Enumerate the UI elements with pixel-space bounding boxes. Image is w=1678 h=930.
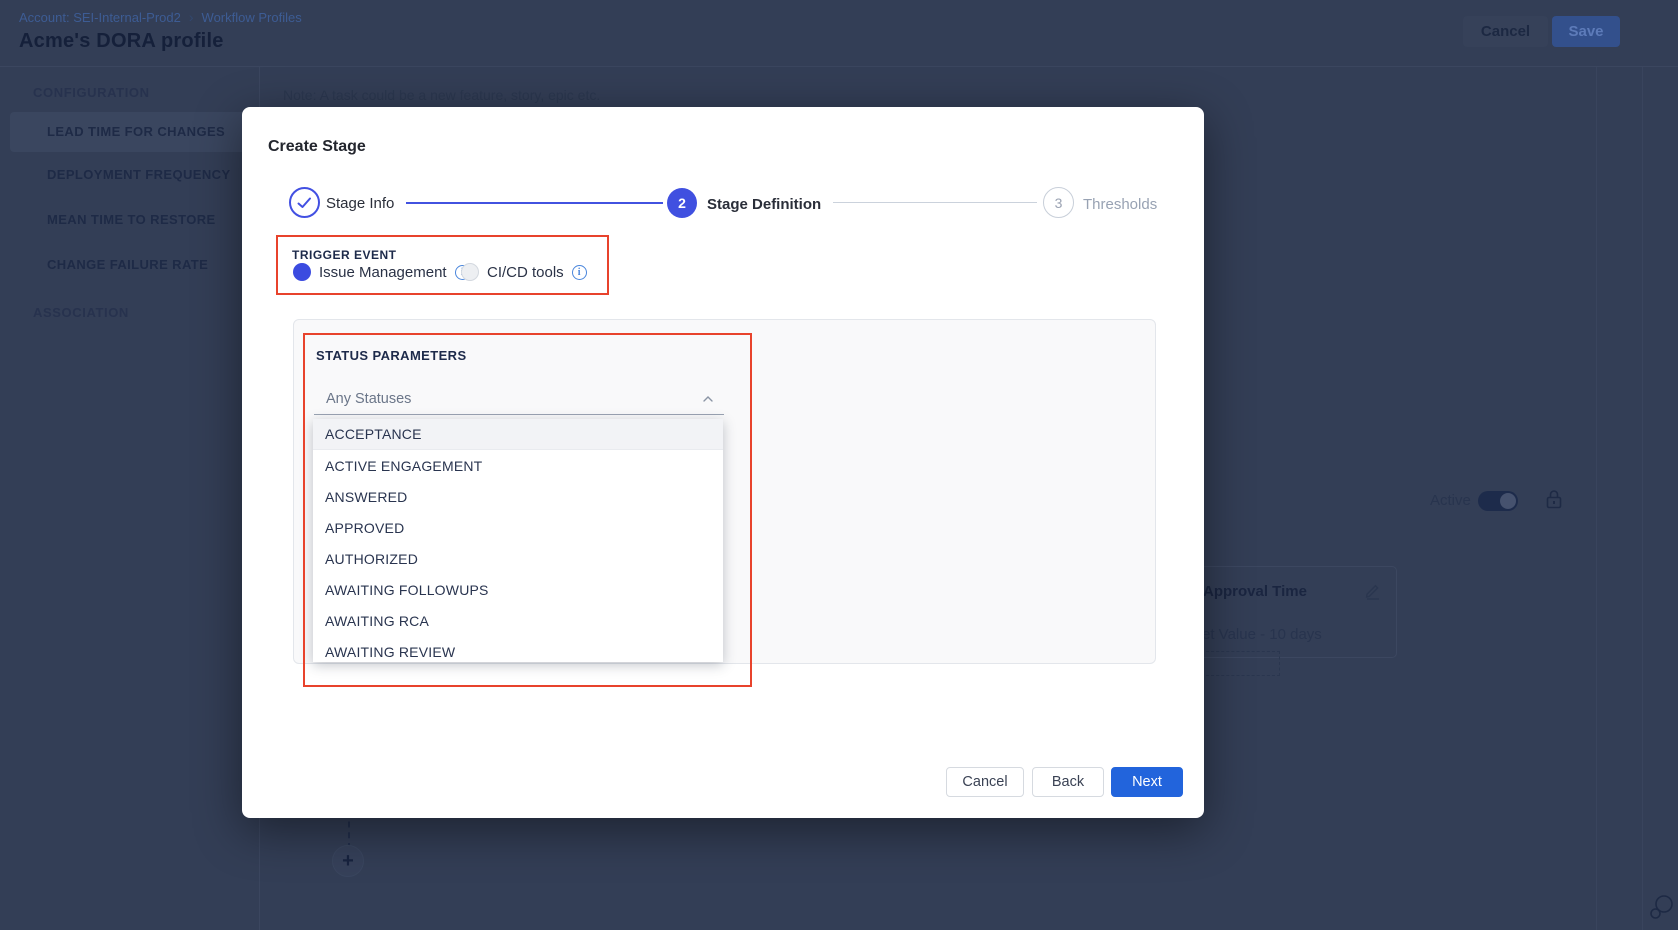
breadcrumb-separator-icon: › bbox=[189, 9, 194, 25]
stepper-connector-upcoming bbox=[833, 202, 1037, 203]
task-note-text: Note: A task could be a new feature, sto… bbox=[283, 87, 600, 103]
modal-next-button[interactable]: Next bbox=[1111, 767, 1183, 797]
active-toggle[interactable] bbox=[1478, 491, 1518, 511]
threshold-dashed-box bbox=[1201, 651, 1280, 676]
header-save-button[interactable]: Save bbox=[1552, 16, 1620, 47]
trigger-option-issue-management: Issue Management i bbox=[293, 263, 470, 281]
statuses-select-value: Any Statuses bbox=[326, 391, 411, 407]
lock-icon bbox=[1545, 488, 1563, 510]
approval-time-title: Approval Time bbox=[1203, 583, 1307, 600]
sidebar-header-configuration: CONFIGURATION bbox=[33, 85, 150, 100]
modal-title: Create Stage bbox=[268, 138, 366, 156]
step-label-thresholds[interactable]: Thresholds bbox=[1083, 196, 1157, 213]
dropdown-option[interactable]: AWAITING FOLLOWUPS bbox=[313, 574, 723, 605]
active-toggle-label: Active bbox=[1430, 492, 1471, 509]
statuses-dropdown-list: ACCEPTANCE ACTIVE ENGAGEMENT ANSWERED AP… bbox=[313, 419, 723, 662]
status-parameters-label: STATUS PARAMETERS bbox=[316, 348, 467, 363]
step-2-circle: 2 bbox=[667, 188, 697, 218]
sidebar-item-mean-time-to-restore[interactable]: MEAN TIME TO RESTORE bbox=[47, 212, 216, 227]
step-label-stage-info[interactable]: Stage Info bbox=[326, 195, 394, 212]
sidebar-header-association[interactable]: ASSOCIATION bbox=[33, 305, 129, 320]
step-label-stage-definition[interactable]: Stage Definition bbox=[707, 196, 821, 213]
modal-cancel-button[interactable]: Cancel bbox=[946, 767, 1024, 797]
dropdown-option[interactable]: ANSWERED bbox=[313, 481, 723, 512]
statuses-select[interactable]: Any Statuses bbox=[314, 384, 724, 415]
header-cancel-button[interactable]: Cancel bbox=[1463, 16, 1548, 47]
dropdown-option[interactable]: APPROVED bbox=[313, 512, 723, 543]
trigger-event-label: TRIGGER EVENT bbox=[292, 248, 397, 262]
toggle-knob bbox=[1500, 493, 1516, 509]
sidebar: CONFIGURATION LEAD TIME FOR CHANGES DEPL… bbox=[0, 67, 260, 930]
radio-label[interactable]: CI/CD tools bbox=[487, 264, 564, 281]
sidebar-item-change-failure-rate[interactable]: CHANGE FAILURE RATE bbox=[47, 257, 208, 272]
step-1-done-icon bbox=[289, 187, 320, 218]
create-stage-modal: Create Stage Stage Info 2 Stage Definiti… bbox=[242, 107, 1204, 818]
breadcrumb-workflow-profiles[interactable]: Workflow Profiles bbox=[202, 10, 302, 25]
modal-back-button[interactable]: Back bbox=[1032, 767, 1104, 797]
sidebar-item-lead-time-for-changes[interactable]: LEAD TIME FOR CHANGES bbox=[47, 124, 225, 139]
dropdown-option[interactable]: ACTIVE ENGAGEMENT bbox=[313, 450, 723, 481]
dropdown-option[interactable]: AWAITING RCA bbox=[313, 605, 723, 636]
info-icon[interactable]: i bbox=[572, 265, 587, 280]
help-chat-icon[interactable] bbox=[1648, 893, 1676, 921]
sidebar-item-deployment-frequency[interactable]: DEPLOYMENT FREQUENCY bbox=[47, 167, 231, 182]
page-title: Acme's DORA profile bbox=[19, 30, 224, 53]
dropdown-option[interactable]: ACCEPTANCE bbox=[313, 419, 723, 450]
approval-time-value: et Value - 10 days bbox=[1202, 626, 1322, 643]
canvas-divider-left bbox=[1596, 67, 1597, 930]
step-3-circle: 3 bbox=[1043, 187, 1074, 218]
edit-pencil-icon[interactable] bbox=[1364, 582, 1382, 600]
radio-label[interactable]: Issue Management bbox=[319, 264, 447, 281]
radio-selected[interactable] bbox=[293, 263, 311, 281]
canvas-divider-right bbox=[1642, 67, 1643, 930]
add-stage-button[interactable]: + bbox=[332, 845, 364, 877]
dropdown-option[interactable]: AUTHORIZED bbox=[313, 543, 723, 574]
breadcrumb: Account: SEI-Internal-Prod2 › Workflow P… bbox=[19, 9, 302, 25]
chevron-up-icon bbox=[702, 393, 714, 405]
radio-unselected[interactable] bbox=[461, 263, 479, 281]
trigger-option-cicd-tools: CI/CD tools i bbox=[461, 263, 587, 281]
app-page: Account: SEI-Internal-Prod2 › Workflow P… bbox=[0, 0, 1678, 930]
stepper-connector-done bbox=[406, 202, 663, 204]
breadcrumb-account[interactable]: Account: SEI-Internal-Prod2 bbox=[19, 10, 181, 25]
dropdown-option[interactable]: AWAITING REVIEW bbox=[313, 636, 723, 662]
